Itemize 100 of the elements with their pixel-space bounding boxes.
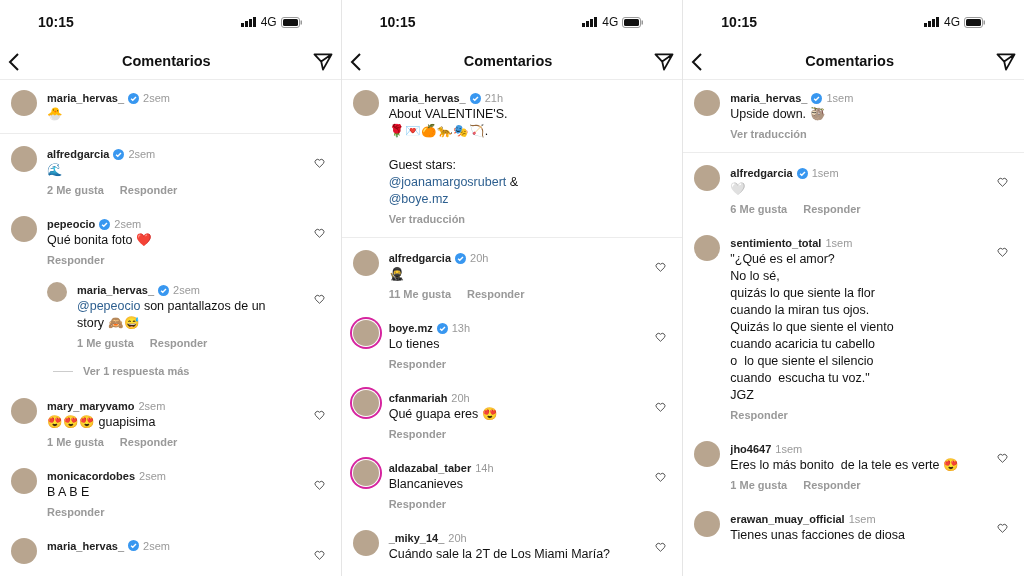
mention-link[interactable]: @boye.mz	[388, 192, 449, 206]
heart-icon[interactable]	[997, 177, 1008, 187]
comment-text: Quizás lo que siente el viento	[730, 319, 895, 336]
username[interactable]: maria_hervas_	[77, 282, 155, 298]
heart-icon[interactable]	[313, 479, 325, 490]
mention-link[interactable]: @pepeocio	[77, 299, 141, 313]
heart-icon[interactable]	[313, 228, 325, 238]
timestamp: 20h	[470, 251, 489, 266]
username[interactable]: cfanmariah	[388, 390, 448, 406]
avatar[interactable]	[352, 320, 379, 346]
comment-text: Upside down. 🦥	[730, 106, 827, 123]
heart-icon[interactable]	[313, 294, 325, 304]
comment-text: 🥷	[388, 266, 406, 283]
verified-badge-icon	[128, 92, 140, 104]
network-label: 4G	[943, 14, 960, 31]
heart-icon[interactable]	[655, 402, 667, 412]
timestamp: 2sem	[143, 538, 170, 554]
comment-text: 😍😍😍 guapisima	[47, 413, 157, 431]
heart-icon[interactable]	[997, 247, 1008, 257]
comment-text: JGZ	[730, 387, 755, 404]
comment-text: About VALENTINE'S.	[388, 106, 509, 123]
username[interactable]: aldazabal_taber	[388, 460, 472, 476]
username[interactable]: maria_hervas_	[47, 90, 125, 106]
verified-badge-icon	[455, 252, 467, 264]
username[interactable]: monicacordobes	[47, 467, 136, 484]
back-icon[interactable]	[8, 52, 20, 71]
heart-icon[interactable]	[313, 158, 325, 168]
comment-text: Qué bonita foto ❤	[47, 232, 153, 249]
timestamp: 20h	[448, 531, 467, 546]
comment-text: cuando la miran tus ojos.	[730, 302, 871, 319]
verified-badge-icon	[158, 284, 170, 296]
comment-text: o lo que siente el silencio	[730, 353, 875, 370]
verified-badge-icon	[469, 92, 481, 104]
timestamp: 2sem	[138, 398, 166, 414]
heart-icon[interactable]	[655, 262, 667, 272]
comment-text: No lo sé,	[730, 268, 781, 285]
signal-icon	[582, 17, 599, 27]
network-label: 4G	[260, 14, 277, 31]
timestamp: 2sem	[173, 283, 200, 298]
timestamp: 13h	[451, 321, 471, 336]
send-icon[interactable]	[995, 52, 1016, 71]
heart-icon[interactable]	[655, 472, 667, 482]
timestamp: 2sem	[114, 217, 142, 232]
comment-text: Tienes unas facciones de diosa	[730, 527, 906, 544]
timestamp: 1sem	[775, 442, 803, 457]
username[interactable]: pepeocio	[47, 216, 96, 232]
page-title: Comentarios	[463, 51, 553, 71]
timestamp: 2sem	[128, 147, 156, 162]
timestamp: 2sem	[139, 468, 166, 484]
avatar[interactable]	[352, 460, 379, 486]
heart-icon[interactable]	[997, 523, 1008, 533]
comment-text: story 🙈😅	[77, 315, 141, 332]
back-icon[interactable]	[691, 52, 704, 71]
username[interactable]: sentimiento_total	[730, 235, 822, 251]
comment-text: Cuándo sale la 2T de Los Miami María?	[388, 546, 612, 563]
comment-text: Guest stars:	[388, 157, 458, 174]
username[interactable]: jho4647	[730, 441, 772, 457]
username[interactable]: maria_hervas_	[47, 537, 125, 554]
avatar[interactable]	[352, 390, 379, 416]
verified-badge-icon	[436, 322, 448, 334]
timestamp: 1sem	[811, 166, 839, 181]
username[interactable]: maria_hervas_	[388, 90, 466, 106]
heart-icon[interactable]	[655, 332, 667, 342]
comment-text: Qué guapa eres 😍	[388, 406, 499, 423]
heart-icon[interactable]	[313, 549, 325, 560]
back-icon[interactable]	[349, 52, 362, 71]
clock-time: 10:15	[721, 12, 758, 32]
timestamp: 1sem	[825, 236, 853, 251]
comment-text: @joanamargosrubert &	[388, 174, 520, 191]
battery-icon	[964, 16, 986, 28]
signal-icon	[923, 17, 940, 27]
comment-text: cuando escucha tu voz."	[730, 370, 871, 387]
send-icon[interactable]	[312, 52, 333, 71]
username[interactable]: alfredgarcia	[388, 250, 452, 266]
username[interactable]: _miky_14_	[388, 530, 445, 546]
verified-badge-icon	[113, 148, 125, 160]
clock-time: 10:15	[379, 12, 416, 32]
username[interactable]: boye.mz	[388, 320, 433, 336]
heart-icon[interactable]	[655, 542, 667, 552]
timestamp: 1sem	[848, 512, 876, 527]
heart-icon[interactable]	[313, 409, 325, 420]
battery-icon	[622, 16, 645, 28]
battery-icon	[280, 16, 303, 28]
comment-text: cuando acaricia tu cabello	[730, 336, 876, 353]
timestamp: 1sem	[826, 91, 854, 106]
signal-icon	[240, 17, 257, 27]
username[interactable]: maria_hervas_	[730, 90, 808, 106]
username[interactable]: alfredgarcia	[47, 146, 110, 162]
timestamp: 20h	[451, 391, 470, 406]
heart-icon[interactable]	[997, 453, 1008, 463]
username[interactable]: alfredgarcia	[730, 165, 793, 181]
username[interactable]: mary_maryvamo	[47, 397, 135, 414]
timestamp: 14h	[475, 461, 494, 476]
verified-badge-icon	[796, 167, 808, 179]
comment-text: Blancanieves	[388, 476, 464, 493]
send-icon[interactable]	[654, 52, 675, 71]
page-title: Comentarios	[805, 51, 894, 71]
mention-link[interactable]: @joanamargosrubert	[388, 175, 507, 189]
username[interactable]: erawan_muay_official	[730, 511, 845, 527]
comment-text: 🌊	[47, 162, 64, 179]
